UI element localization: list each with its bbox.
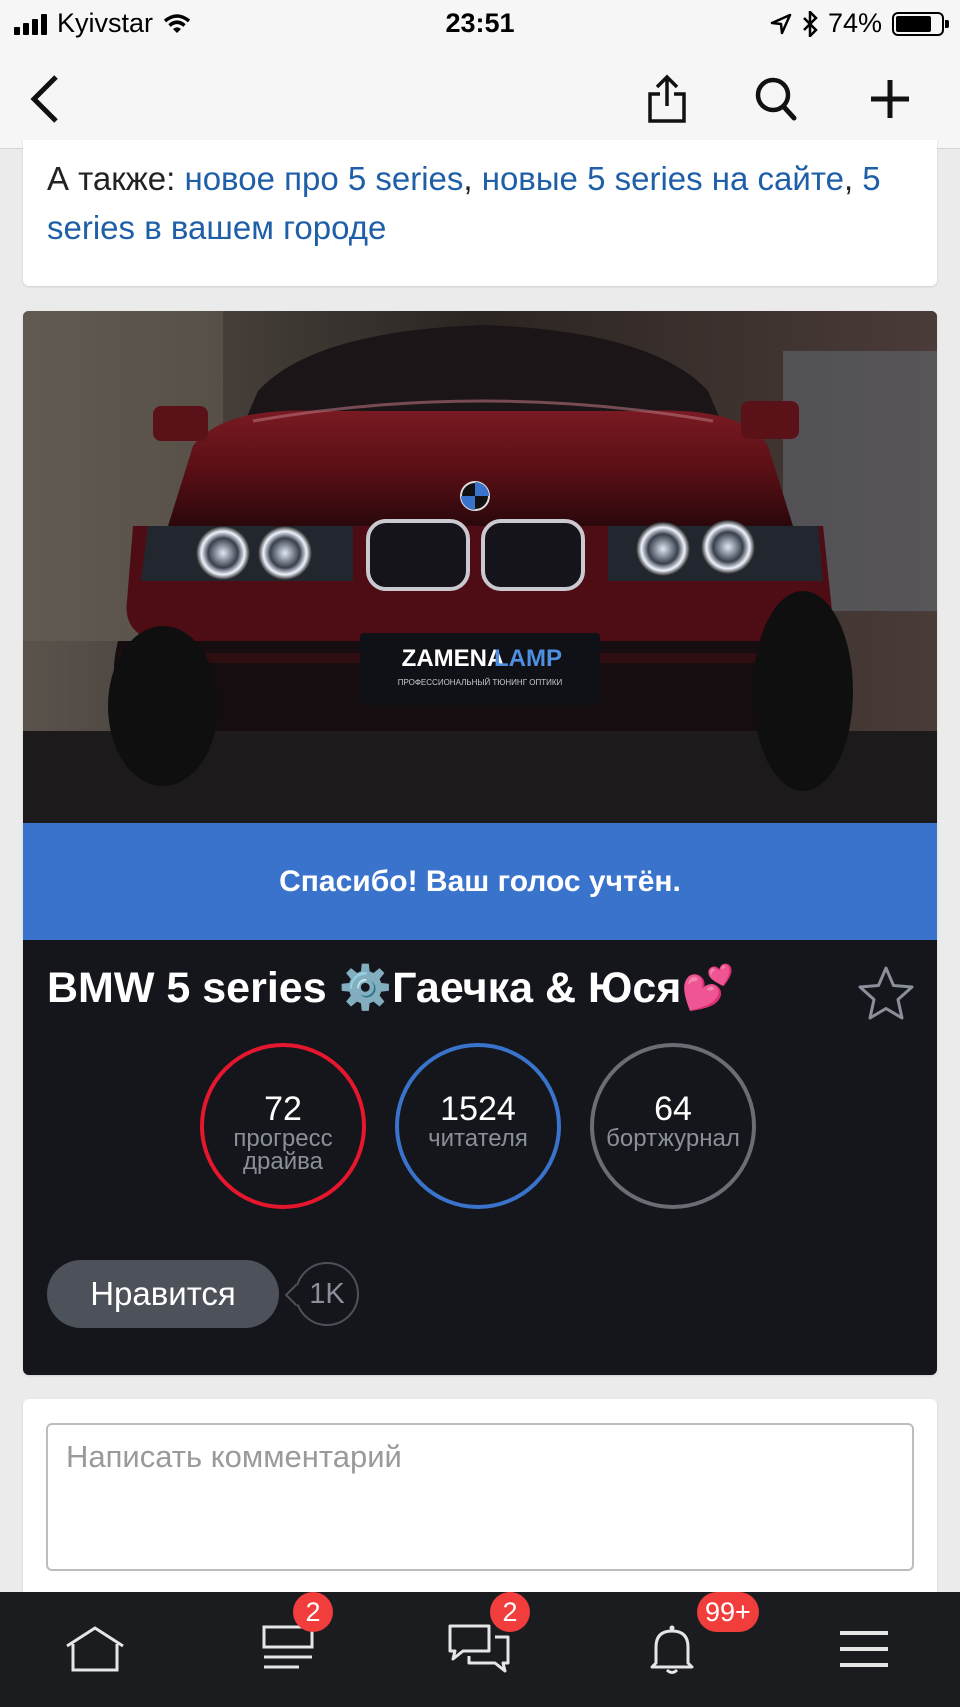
location-icon bbox=[770, 13, 792, 34]
stat-value: 72 bbox=[264, 1090, 302, 1128]
navigation-bar bbox=[0, 50, 960, 149]
messages-badge: 2 bbox=[490, 1592, 530, 1632]
bell-icon bbox=[650, 1625, 694, 1674]
battery-icon bbox=[892, 11, 949, 36]
stat-drive-progress[interactable]: 72 прогресс драйва bbox=[200, 1043, 366, 1209]
battery-percent: 74% bbox=[827, 8, 882, 38]
plate-brand-b: LAMP bbox=[494, 645, 562, 672]
car-card: ZAMENA LAMP ПРОФЕССИОНАЛЬНЫЙ ТЮНИНГ ОПТИ… bbox=[23, 311, 937, 1375]
like-count-value: 1K bbox=[309, 1277, 345, 1310]
notifications-badge: 99+ bbox=[697, 1592, 759, 1632]
tab-messages[interactable]: 2 bbox=[444, 1592, 530, 1684]
tab-bar: 2 2 99+ bbox=[0, 1592, 960, 1707]
stat-logbook[interactable]: 64 бортжурнал bbox=[590, 1043, 756, 1209]
menu-icon bbox=[840, 1631, 888, 1667]
related-links-text: А также: новое про 5 series, новые 5 ser… bbox=[47, 160, 881, 246]
status-bar: Kyivstar 23:51 74% bbox=[0, 0, 960, 50]
tab-notifications[interactable]: 99+ bbox=[637, 1592, 759, 1684]
plate-brand-a: ZAMENA bbox=[402, 645, 505, 672]
car-title[interactable]: BMW 5 series ⚙️Гаечка & Юся💕 bbox=[47, 963, 735, 1013]
stat-value: 64 bbox=[654, 1090, 692, 1128]
feed-icon bbox=[262, 1625, 314, 1669]
search-button[interactable] bbox=[741, 64, 811, 134]
like-count[interactable]: 1K bbox=[295, 1262, 359, 1326]
plate-subtitle: ПРОФЕССИОНАЛЬНЫЙ ТЮНИНГ ОПТИКИ bbox=[398, 678, 563, 687]
related-prefix: А также: bbox=[47, 160, 176, 197]
search-icon bbox=[755, 77, 797, 121]
tab-feed[interactable]: 2 bbox=[253, 1592, 333, 1684]
share-icon bbox=[648, 74, 686, 123]
related-link-new-on-site[interactable]: новые 5 series на сайте bbox=[482, 160, 844, 197]
feed-badge: 2 bbox=[293, 1592, 333, 1632]
add-button[interactable] bbox=[855, 64, 925, 134]
related-link-new-about[interactable]: новое про 5 series bbox=[184, 160, 463, 197]
back-button[interactable] bbox=[10, 64, 80, 134]
favorite-button[interactable] bbox=[855, 963, 917, 1025]
share-button[interactable] bbox=[632, 64, 702, 134]
plus-icon bbox=[871, 80, 909, 118]
comment-card: Написать комментарий bbox=[23, 1399, 937, 1599]
stat-label: прогресс драйва bbox=[233, 1125, 333, 1175]
car-photo[interactable]: ZAMENA LAMP ПРОФЕССИОНАЛЬНЫЙ ТЮНИНГ ОПТИ… bbox=[23, 311, 937, 823]
chevron-left-icon bbox=[30, 75, 58, 123]
tab-home[interactable] bbox=[60, 1614, 130, 1684]
stat-value: 1524 bbox=[440, 1090, 516, 1128]
comment-input[interactable]: Написать комментарий bbox=[46, 1423, 914, 1571]
vote-thanks-banner: Спасибо! Ваш голос учтён. bbox=[23, 823, 937, 940]
stat-readers[interactable]: 1524 читателя bbox=[395, 1043, 561, 1209]
car-illustration: ZAMENA LAMP ПРОФЕССИОНАЛЬНЫЙ ТЮНИНГ ОПТИ… bbox=[23, 311, 937, 823]
stat-label: бортжурнал bbox=[606, 1125, 740, 1152]
related-links-card: А также: новое про 5 series, новые 5 ser… bbox=[23, 140, 937, 286]
messages-icon bbox=[448, 1624, 510, 1673]
tab-menu[interactable] bbox=[829, 1614, 899, 1684]
star-icon bbox=[858, 966, 914, 1020]
bluetooth-icon bbox=[803, 10, 818, 37]
stat-label: читателя bbox=[428, 1125, 528, 1152]
home-icon bbox=[66, 1626, 124, 1672]
status-right: 74% bbox=[770, 8, 949, 39]
like-button[interactable]: Нравится bbox=[47, 1260, 279, 1328]
